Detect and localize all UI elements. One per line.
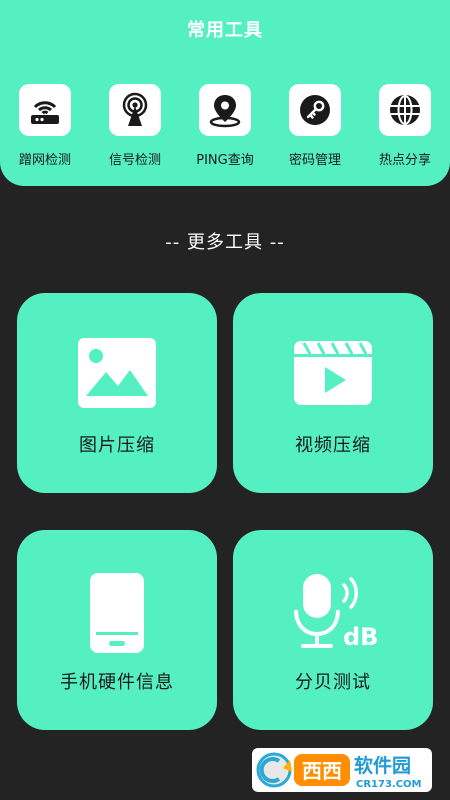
tool-wifi-leech-check[interactable]: 蹭网检测 <box>0 84 90 174</box>
page-title: 常用工具 <box>187 20 263 41</box>
location-pin-icon <box>199 84 251 136</box>
tool-ping-query[interactable]: PING查询 <box>180 84 270 174</box>
card-label: 视频压缩 <box>295 435 371 456</box>
more-tools-heading: -- 更多工具 -- <box>165 232 285 253</box>
tool-hotspot-share[interactable]: 热点分享 <box>360 84 450 174</box>
phone-icon <box>17 572 217 654</box>
svg-text:软件园: 软件园 <box>354 754 411 777</box>
video-icon <box>233 333 433 413</box>
card-label: 手机硬件信息 <box>60 672 174 693</box>
card-phone-hardware-info[interactable]: 手机硬件信息 <box>17 530 217 730</box>
common-tools-row: 蹭网检测 信号检测 PING查询 密码管理 热点分享 <box>0 84 450 174</box>
globe-icon <box>379 84 431 136</box>
image-icon <box>17 333 217 413</box>
svg-text:dB: dB <box>343 623 378 651</box>
microphone-db-icon: dB <box>233 572 433 654</box>
tool-label: PING查询 <box>196 153 254 168</box>
common-tools-panel: 常用工具 蹭网检测 信号检测 PING查询 密码管理 热点分享 <box>0 0 450 186</box>
tool-signal-check[interactable]: 信号检测 <box>90 84 180 174</box>
signal-tower-icon <box>109 84 161 136</box>
tool-password-manager[interactable]: 密码管理 <box>270 84 360 174</box>
key-icon <box>289 84 341 136</box>
card-label: 图片压缩 <box>79 435 155 456</box>
card-decibel-test[interactable]: dB 分贝测试 <box>233 530 433 730</box>
svg-text:CR173.COM: CR173.COM <box>356 779 422 790</box>
card-label: 分贝测试 <box>295 672 371 693</box>
svg-text:西西: 西西 <box>302 759 342 783</box>
router-icon <box>19 84 71 136</box>
tool-label: 热点分享 <box>378 153 431 168</box>
tool-label: 密码管理 <box>288 153 341 168</box>
tool-label: 信号检测 <box>108 153 161 168</box>
card-video-compress[interactable]: 视频压缩 <box>233 293 433 493</box>
tool-label: 蹭网检测 <box>18 153 71 168</box>
watermark-logo: 西西 软件园 CR173.COM <box>252 748 432 792</box>
card-image-compress[interactable]: 图片压缩 <box>17 293 217 493</box>
